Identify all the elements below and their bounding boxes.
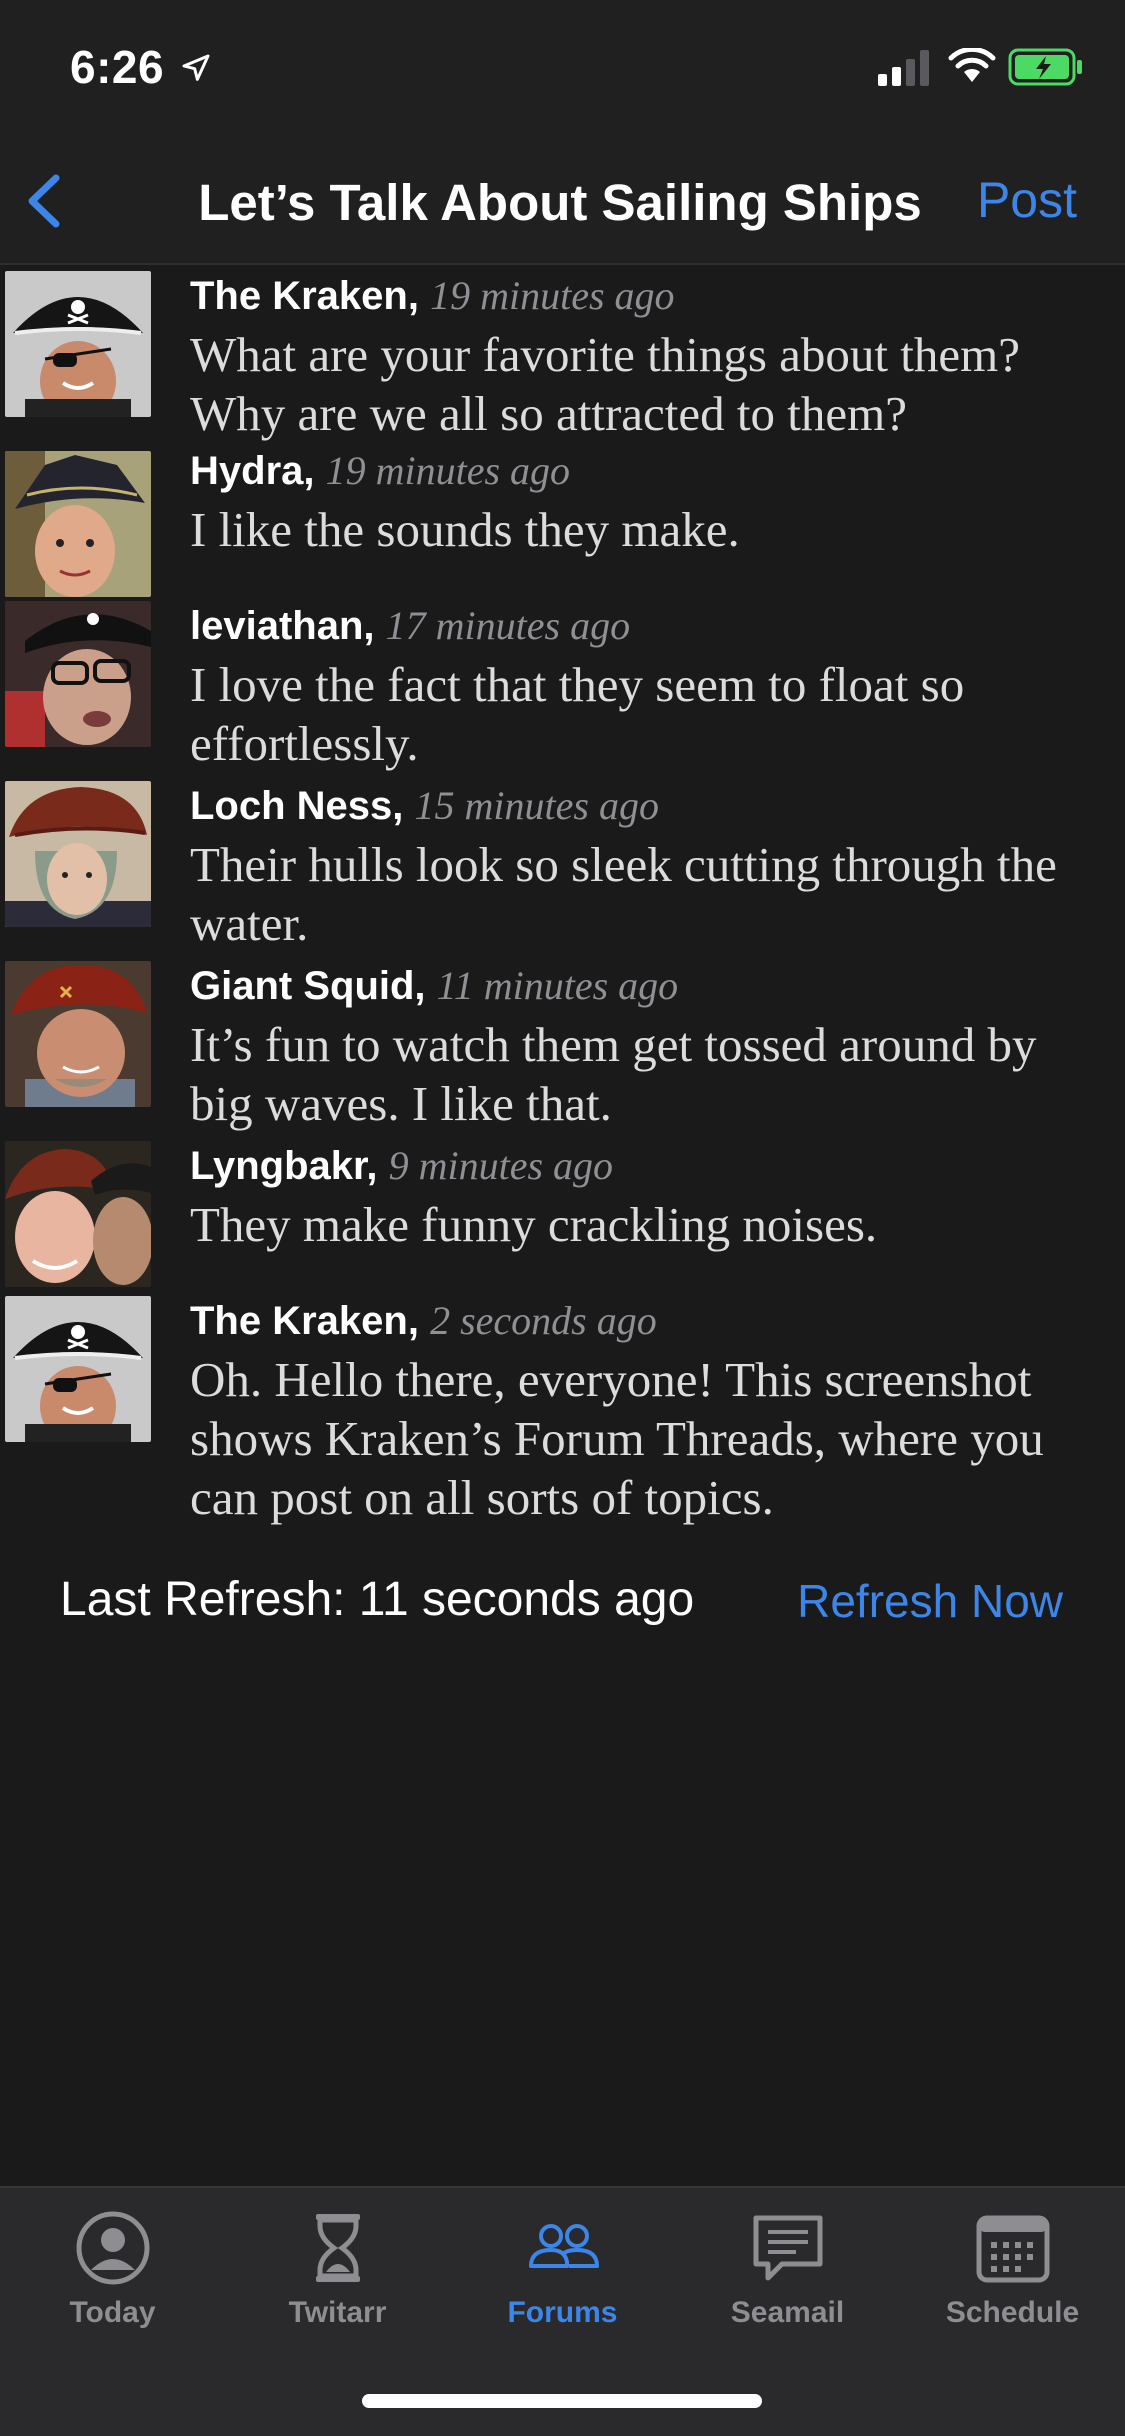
back-chevron-icon[interactable]	[22, 172, 68, 230]
avatar-loch-ness[interactable]	[5, 781, 151, 927]
post-author[interactable]: The Kraken,	[190, 1299, 419, 1343]
post-text: It’s fun to watch them get tossed around…	[190, 1017, 1037, 1131]
post-timestamp: 19 minutes ago	[325, 448, 571, 493]
tab-label: Seamail	[730, 2296, 845, 2329]
tab-twitarr[interactable]: Twitarr	[225, 2208, 450, 2348]
tab-today[interactable]: Today	[0, 2208, 225, 2348]
post-text: Their hulls look so sleek cutting throug…	[190, 837, 1057, 951]
avatar-kraken[interactable]	[5, 1296, 151, 1442]
post-header: Giant Squid, 11 minutes ago	[190, 961, 1100, 1011]
avatar-kraken[interactable]	[5, 271, 151, 417]
post-text: I like the sounds they make.	[190, 502, 740, 557]
chat-bubble-icon	[753, 2215, 822, 2281]
post-content: The Kraken, 2 seconds ago Oh. Hello ther…	[190, 1296, 1100, 1527]
post-text: They make funny crackling noises.	[190, 1197, 878, 1252]
post-header: Hydra, 19 minutes ago	[190, 446, 1100, 496]
tab-label: Forums	[507, 2296, 618, 2329]
post-content: The Kraken, 19 minutes ago What are your…	[190, 271, 1100, 443]
tab-seamail[interactable]: Seamail	[675, 2208, 900, 2348]
forum-thread-screen: 6:26 Let’s Talk About Sailing Ships Post	[0, 0, 1125, 2436]
avatar-leviathan[interactable]	[5, 601, 151, 747]
wifi-icon	[948, 48, 996, 82]
post-author[interactable]: Hydra,	[190, 449, 315, 493]
refresh-row: Last Refresh: 11 seconds ago Refresh Now	[0, 1560, 1125, 1640]
post-content: Giant Squid, 11 minutes ago It’s fun to …	[190, 961, 1100, 1133]
post-content: Loch Ness, 15 minutes ago Their hulls lo…	[190, 781, 1100, 953]
post-timestamp: 2 seconds ago	[430, 1298, 657, 1343]
post-text: I love the fact that they seem to float …	[190, 657, 965, 771]
last-refresh-label: Last Refresh: 11 seconds ago	[60, 1573, 695, 1626]
avatar-hydra[interactable]	[5, 451, 151, 597]
post-timestamp: 11 minutes ago	[436, 963, 679, 1008]
tab-label: Schedule	[945, 2296, 1080, 2329]
tab-forums[interactable]: Forums	[450, 2208, 675, 2348]
post-author[interactable]: leviathan,	[190, 604, 375, 648]
navigation-bar: Let’s Talk About Sailing Ships Post	[0, 135, 1125, 265]
post-item[interactable]: leviathan, 17 minutes ago I love the fac…	[0, 601, 1125, 781]
tab-schedule[interactable]: Schedule	[900, 2208, 1125, 2348]
post-item[interactable]: Giant Squid, 11 minutes ago It’s fun to …	[0, 961, 1125, 1141]
refresh-now-button[interactable]: Refresh Now	[797, 1574, 1063, 1628]
post-item[interactable]: The Kraken, 2 seconds ago Oh. Hello ther…	[0, 1296, 1125, 1536]
post-author[interactable]: The Kraken,	[190, 274, 419, 318]
avatar-giant-squid[interactable]	[5, 961, 151, 1107]
post-header: The Kraken, 19 minutes ago	[190, 271, 1100, 321]
tab-label: Today	[69, 2296, 156, 2329]
status-time: 6:26	[70, 41, 165, 93]
post-item[interactable]: Lyngbakr, 9 minutes ago They make funny …	[0, 1141, 1125, 1296]
person-circle-icon	[76, 2211, 149, 2285]
post-content: leviathan, 17 minutes ago I love the fac…	[190, 601, 1100, 773]
post-item[interactable]: Loch Ness, 15 minutes ago Their hulls lo…	[0, 781, 1125, 961]
post-header: The Kraken, 2 seconds ago	[190, 1296, 1100, 1346]
post-header: Lyngbakr, 9 minutes ago	[190, 1141, 1100, 1191]
post-item[interactable]: The Kraken, 19 minutes ago What are your…	[0, 266, 1125, 446]
location-arrow-icon	[182, 54, 210, 81]
post-timestamp: 15 minutes ago	[414, 783, 659, 828]
people-icon	[528, 2224, 599, 2268]
post-button[interactable]: Post	[977, 171, 1077, 229]
post-content: Lyngbakr, 9 minutes ago They make funny …	[190, 1141, 1100, 1254]
battery-charging-icon	[1008, 48, 1082, 86]
status-bar: 6:26	[0, 0, 1125, 135]
post-header: leviathan, 17 minutes ago	[190, 601, 1100, 651]
post-content: Hydra, 19 minutes ago I like the sounds …	[190, 446, 1100, 559]
post-author[interactable]: Loch Ness,	[190, 784, 403, 828]
home-indicator[interactable]	[362, 2394, 762, 2408]
post-timestamp: 9 minutes ago	[388, 1143, 614, 1188]
post-item[interactable]: Hydra, 19 minutes ago I like the sounds …	[0, 446, 1125, 601]
post-author[interactable]: Lyngbakr,	[190, 1144, 377, 1188]
cellular-signal-icon	[878, 50, 929, 86]
post-list[interactable]: The Kraken, 19 minutes ago What are your…	[0, 266, 1125, 1536]
post-text: What are your favorite things about them…	[190, 327, 1020, 441]
post-timestamp: 17 minutes ago	[385, 603, 631, 648]
post-text: Oh. Hello there, everyone! This screensh…	[190, 1352, 1044, 1525]
avatar-lyngbakr[interactable]	[5, 1141, 151, 1287]
post-author[interactable]: Giant Squid,	[190, 964, 426, 1008]
calendar-icon	[976, 2215, 1049, 2283]
hourglass-icon	[315, 2214, 360, 2282]
post-header: Loch Ness, 15 minutes ago	[190, 781, 1100, 831]
thread-title: Let’s Talk About Sailing Ships	[198, 174, 922, 231]
post-timestamp: 19 minutes ago	[430, 273, 675, 318]
tab-label: Twitarr	[288, 2296, 387, 2329]
